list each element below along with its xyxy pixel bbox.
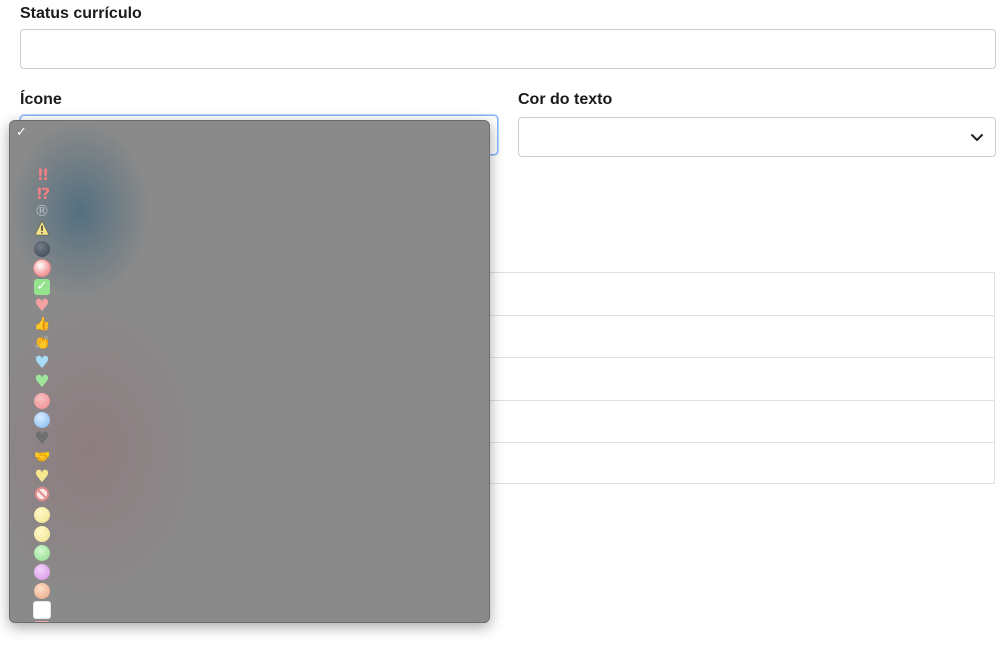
status-curriculo-input[interactable] <box>20 29 996 69</box>
red-heart-icon[interactable]: ♥ <box>32 296 52 315</box>
warning-icon[interactable] <box>32 220 52 239</box>
purple-circle-icon[interactable] <box>32 562 52 581</box>
yellow-circle-icon[interactable] <box>32 505 52 524</box>
thumbs-up-icon[interactable]: 👍 <box>32 315 52 334</box>
cor-do-texto-label: Cor do texto <box>518 91 613 108</box>
icone-label: Ícone <box>20 91 62 108</box>
red-circle-large-icon[interactable] <box>32 391 52 410</box>
black-heart-icon[interactable]: ♥ <box>32 429 52 448</box>
blue-circle-icon[interactable] <box>32 410 52 429</box>
orange-circle-icon[interactable] <box>32 581 52 600</box>
handshake-icon[interactable]: 🤝 <box>32 448 52 467</box>
icon-dropdown-popup[interactable]: ✓ !! !? ® ✓ ♥ 👍 👏 ♥ ♥ ♥ 🤝 ♥ SOS <box>9 120 490 623</box>
sos-button-icon[interactable]: SOS <box>32 619 52 622</box>
icon-option-empty[interactable] <box>32 144 52 163</box>
table-row <box>490 315 995 357</box>
status-curriculo-label: Status currículo <box>20 5 142 22</box>
icon-option-list: !! !? ® ✓ ♥ 👍 👏 ♥ ♥ ♥ 🤝 ♥ SOS <box>32 144 52 622</box>
prohibited-icon[interactable] <box>32 486 52 505</box>
exclamation-question-icon[interactable]: !? <box>32 182 52 203</box>
check-mark-button-icon[interactable]: ✓ <box>32 277 52 296</box>
table-row <box>490 400 995 442</box>
table-row <box>490 442 995 484</box>
white-square-icon[interactable] <box>32 600 52 619</box>
table-row <box>490 272 995 314</box>
blue-heart-icon[interactable]: ♥ <box>32 353 52 372</box>
green-heart-icon[interactable]: ♥ <box>32 372 52 391</box>
yellow-circle-2-icon[interactable] <box>32 524 52 543</box>
green-circle-icon[interactable] <box>32 543 52 562</box>
yellow-heart-icon[interactable]: ♥ <box>32 467 52 486</box>
chevron-down-icon <box>971 134 983 141</box>
red-circle-icon[interactable] <box>32 258 52 277</box>
registered-icon[interactable]: ® <box>32 201 52 220</box>
double-exclamation-icon[interactable]: !! <box>32 163 52 184</box>
cor-do-texto-select[interactable] <box>518 117 996 157</box>
table-row <box>490 357 995 399</box>
clapping-hands-icon[interactable]: 👏 <box>32 334 52 353</box>
black-circle-icon[interactable] <box>32 239 52 258</box>
checkmark-icon: ✓ <box>16 125 27 140</box>
